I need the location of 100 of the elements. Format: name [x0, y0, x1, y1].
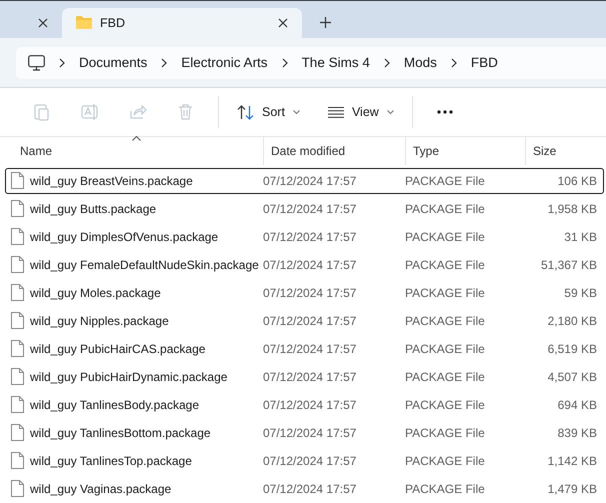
date-cell-text: 07/12/2024 17:57 [262, 230, 358, 244]
file-row[interactable]: wild_guy Nipples.package 07/12/2024 17:57 PACKAGE File 2,180 KB [5, 308, 604, 334]
file-icon [11, 256, 24, 274]
file-row[interactable]: wild_guy DimplesOfVenus.package 07/12/2024 17:57 PACKAGE File 31 KB [5, 224, 604, 250]
file-name: wild_guy TanlinesBottom.package [30, 426, 211, 440]
size-cell-text: 1,142 KB [546, 454, 597, 468]
file-icon [11, 480, 24, 498]
breadcrumb-item[interactable]: Electronic Arts [181, 55, 268, 70]
caret-icon [292, 110, 300, 115]
type-cell-text: PACKAGE File [404, 454, 486, 468]
chevron-icon [384, 58, 390, 68]
size-cell-text: 839 KB [556, 426, 597, 440]
size-cell-text: 1,479 KB [546, 482, 597, 496]
file-icon [11, 452, 24, 470]
tab[interactable]: FBD [62, 8, 302, 38]
chevron-icon [161, 58, 168, 68]
type-cell-text: PACKAGE File [404, 174, 486, 188]
date-cell-text: 07/12/2024 17:57 [262, 286, 358, 300]
type-cell-text: PACKAGE File [404, 202, 486, 216]
date-cell-text: 07/12/2024 17:57 [262, 426, 358, 440]
type-cell-text: PACKAGE File [404, 314, 486, 328]
type-cell-text: PACKAGE File [404, 370, 486, 384]
date-cell-text: 07/12/2024 17:57 [262, 174, 358, 188]
file-row[interactable]: wild_guy Moles.package 07/12/2024 17:57 PACKAGE File 59 KB [5, 280, 604, 306]
file-name: wild_guy TanlinesTop.package [30, 454, 192, 468]
file-name: wild_guy Moles.package [30, 286, 161, 300]
breadcrumb-item[interactable]: Mods [404, 55, 437, 70]
breadcrumb-item[interactable]: The Sims 4 [302, 55, 370, 70]
tab-label: FBD [100, 16, 126, 30]
file-row[interactable]: wild_guy Vaginas.package 07/12/2024 17:57 PACKAGE File 1,479 KB [5, 476, 604, 502]
date-cell-text: 07/12/2024 17:57 [262, 454, 358, 468]
date-cell-text: 07/12/2024 17:57 [262, 370, 358, 384]
view-button[interactable]: View [318, 96, 404, 128]
plus-icon [320, 17, 330, 28]
file-name: wild_guy PubicHairCAS.package [30, 342, 206, 356]
file-icon [11, 396, 24, 414]
rename-icon [80, 102, 100, 122]
chevron-icon [450, 58, 457, 68]
list-icon [328, 106, 344, 118]
date-cell-text: 07/12/2024 17:57 [262, 342, 358, 356]
sort-button[interactable]: Sort [227, 96, 310, 128]
file-row[interactable]: wild_guy TanlinesTop.package 07/12/2024 17:57 PACKAGE File 1,142 KB [5, 448, 604, 474]
file-icon [11, 368, 24, 386]
size-cell-text: 51,367 KB [540, 258, 597, 272]
date-cell-text: 07/12/2024 17:57 [262, 314, 358, 328]
file-name: wild_guy TanlinesBody.package [30, 398, 200, 412]
column-header[interactable]: Size [525, 137, 606, 165]
date-cell-text: 07/12/2024 17:57 [262, 258, 358, 272]
type-cell-text: PACKAGE File [404, 286, 486, 300]
chevron-icon [59, 58, 65, 68]
chevron-icon [282, 58, 288, 68]
file-row[interactable]: wild_guy TanlinesBottom.package 07/12/2024 17:57 PACKAGE File 839 KB [5, 420, 604, 446]
size-cell-text: 2,180 KB [546, 314, 597, 328]
file-name: wild_guy Vaginas.package [30, 482, 172, 496]
file-row[interactable]: wild_guy PubicHairDynamic.package 07/12/2024 17:57 PACKAGE File 4,507 KB [5, 364, 604, 390]
date-cell-text: 07/12/2024 17:57 [262, 398, 358, 412]
close-button[interactable] [278, 18, 288, 28]
size-cell-text: 106 KB [556, 174, 597, 188]
column-header[interactable]: Name [0, 137, 263, 165]
type-cell-text: PACKAGE File [404, 482, 486, 496]
file-icon [11, 340, 24, 358]
size-cell-text: 31 KB [563, 230, 597, 244]
size-cell-text: 4,507 KB [546, 370, 597, 384]
type-cell-text: PACKAGE File [404, 398, 486, 412]
file-name: wild_guy FemaleDefaultNudeSkin.package [30, 258, 259, 272]
folder-icon [76, 16, 92, 30]
file-row[interactable]: wild_guy TanlinesBody.package 07/12/2024 17:57 PACKAGE File 694 KB [5, 392, 604, 418]
size-cell-text: 59 KB [563, 286, 597, 300]
file-icon [11, 200, 24, 218]
type-cell-text: PACKAGE File [404, 230, 486, 244]
file-icon [11, 228, 24, 246]
close-button[interactable] [38, 18, 48, 28]
address-bar[interactable]: Documents Electronic Arts The Sims 4 Mods FBD [16, 46, 606, 79]
computer-icon [28, 54, 45, 71]
file-row[interactable]: wild_guy PubicHairCAS.package 07/12/2024 17:57 PACKAGE File 6,519 KB [5, 336, 604, 362]
date-cell-text: 07/12/2024 17:57 [262, 202, 358, 216]
file-icon [11, 172, 24, 190]
size-cell-text: 694 KB [556, 398, 597, 412]
close-icon [278, 18, 288, 28]
file-row[interactable]: wild_guy Butts.package 07/12/2024 17:57 PACKAGE File 1,958 KB [5, 196, 604, 222]
sort-icon [237, 104, 254, 120]
file-icon [11, 284, 24, 302]
type-cell-text: PACKAGE File [404, 426, 486, 440]
sort-caret-icon [132, 136, 140, 142]
breadcrumb-item[interactable]: Documents [79, 55, 148, 70]
file-icon [11, 312, 24, 330]
file-icon [11, 424, 24, 442]
size-cell-text: 1,958 KB [546, 202, 597, 216]
column-header[interactable]: Date modified [263, 137, 405, 165]
size-cell-text: 6,519 KB [546, 342, 597, 356]
file-name: wild_guy BreastVeins.package [30, 174, 193, 188]
close-icon [38, 18, 48, 28]
file-name: wild_guy DimplesOfVenus.package [30, 230, 218, 244]
caret-icon [386, 110, 394, 115]
breadcrumb-item[interactable]: FBD [470, 55, 498, 70]
file-row[interactable]: wild_guy FemaleDefaultNudeSkin.package 07/12/2024 17:57 PACKAGE File 51,367 KB [5, 252, 604, 278]
file-row[interactable]: wild_guy BreastVeins.package 07/12/2024 17:57 PACKAGE File 106 KB [5, 168, 604, 194]
file-name: wild_guy PubicHairDynamic.package [30, 370, 228, 384]
more-icon [436, 110, 453, 114]
column-header[interactable]: Type [405, 137, 525, 165]
